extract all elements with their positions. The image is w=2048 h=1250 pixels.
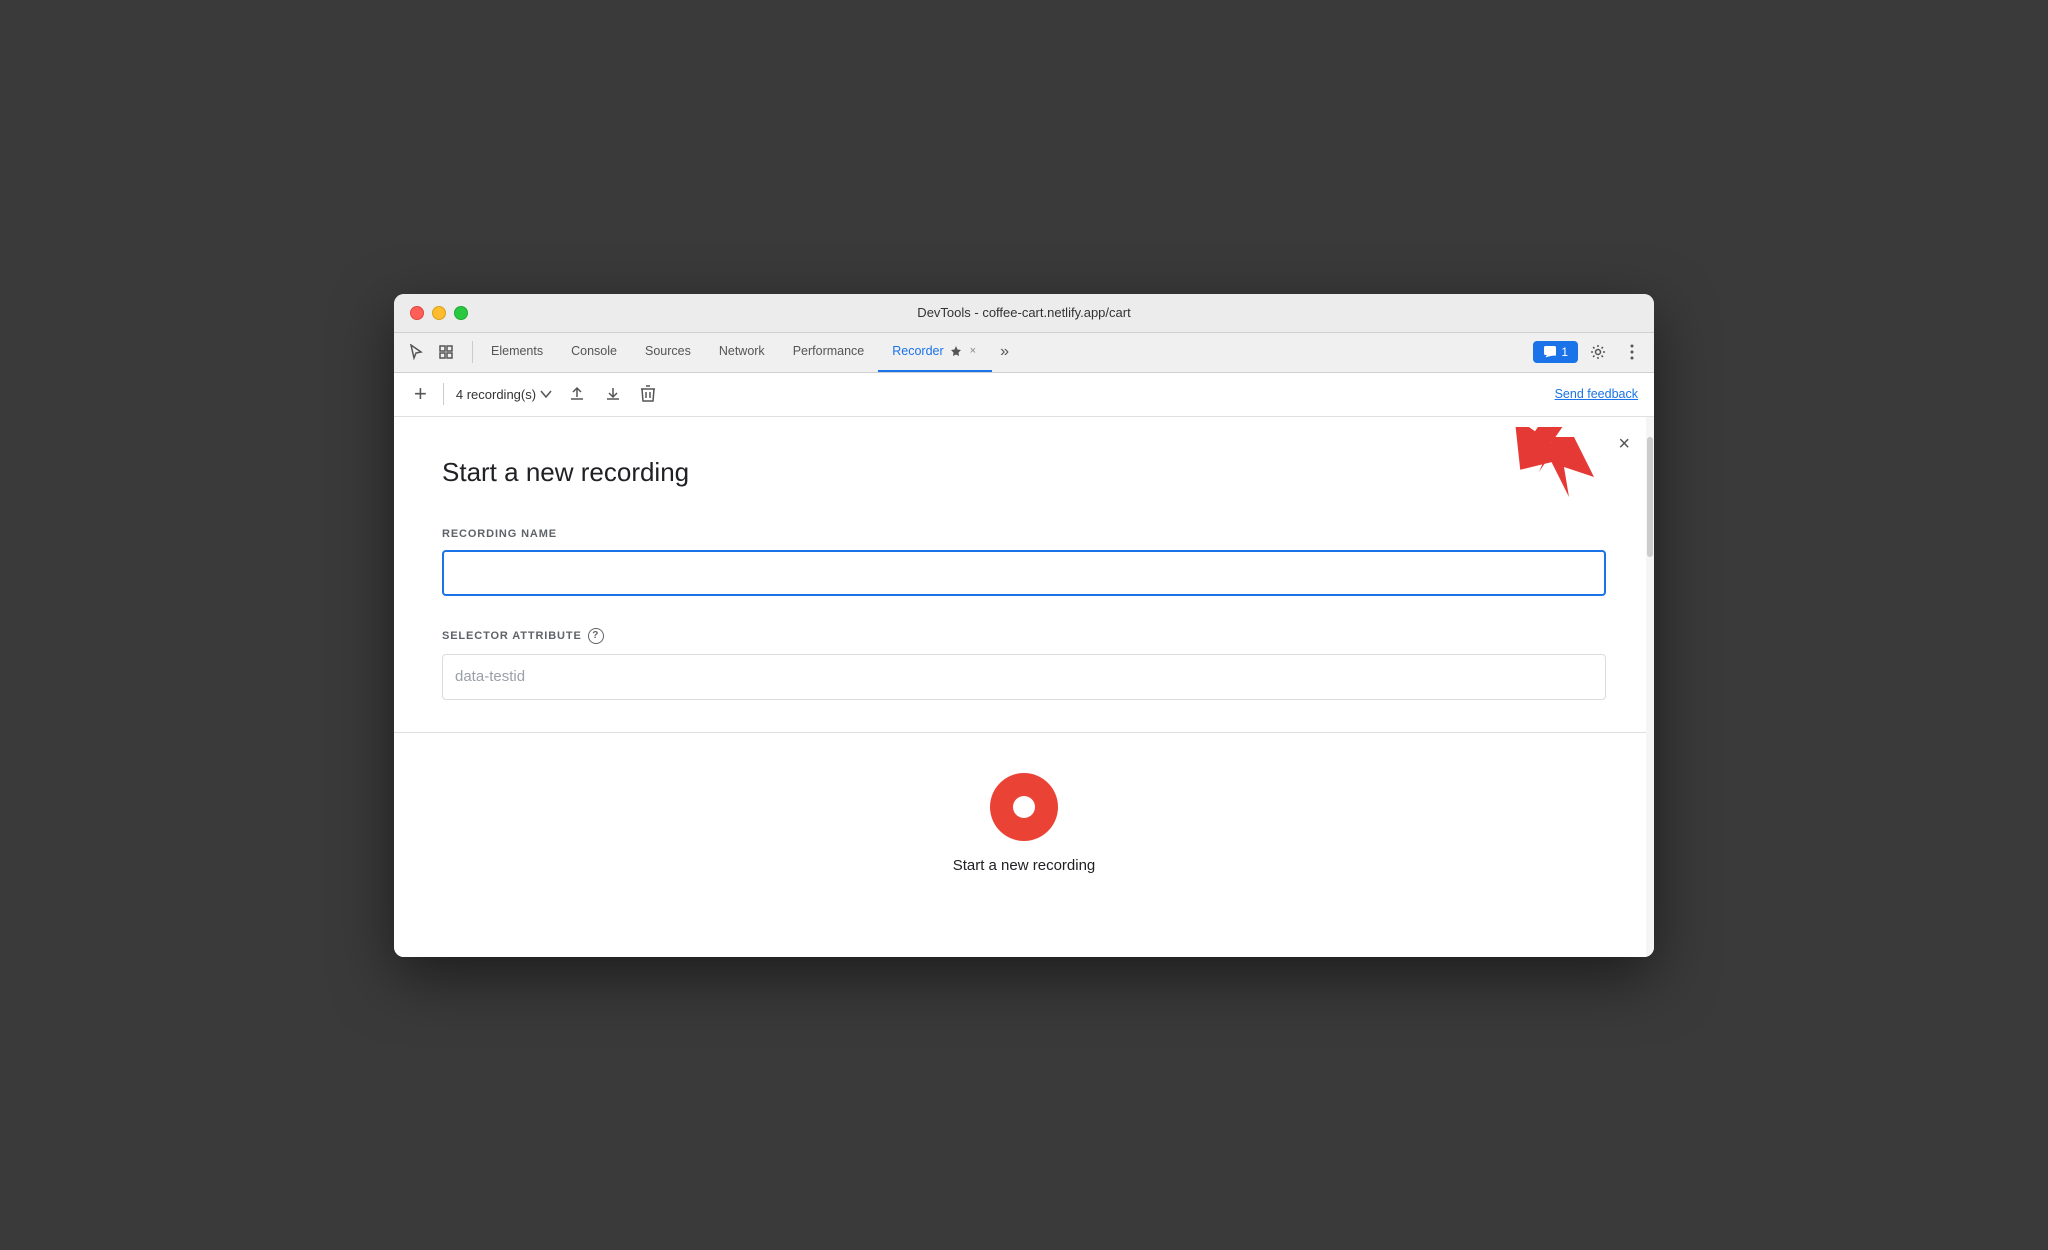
more-options-btn[interactable]: [1618, 338, 1646, 366]
download-icon: [604, 385, 622, 403]
tab-recorder[interactable]: Recorder ×: [878, 332, 992, 372]
scrollbar-thumb: [1647, 437, 1653, 557]
close-traffic-light[interactable]: [410, 306, 424, 320]
trash-icon: [640, 385, 656, 403]
add-recording-btn[interactable]: +: [410, 379, 431, 409]
recorder-toolbar: + 4 recording(s): [394, 373, 1654, 417]
help-icon[interactable]: ?: [588, 628, 604, 644]
window-title: DevTools - coffee-cart.netlify.app/cart: [917, 305, 1130, 320]
scrollbar-track[interactable]: [1646, 417, 1654, 957]
tab-sources[interactable]: Sources: [631, 332, 705, 372]
cursor-icon: [408, 344, 424, 360]
tab-network[interactable]: Network: [705, 332, 779, 372]
main-content-wrapper: × Start a new recording RECORDING NAME S…: [394, 417, 1654, 957]
more-vertical-icon: [1630, 344, 1634, 360]
devtools-window: DevTools - coffee-cart.netlify.app/cart: [394, 294, 1654, 957]
title-bar: DevTools - coffee-cart.netlify.app/cart: [394, 294, 1654, 333]
traffic-lights: [410, 306, 468, 320]
inspect-icon-btn[interactable]: [432, 338, 460, 366]
selector-attribute-section: SELECTOR ATTRIBUTE ?: [442, 628, 1606, 700]
more-tabs-btn[interactable]: »: [992, 332, 1017, 372]
close-panel-btn[interactable]: ×: [1618, 433, 1630, 456]
form-title: Start a new recording: [442, 457, 1606, 488]
recorder-tab-close[interactable]: ×: [968, 343, 978, 359]
recorder-actions: [564, 381, 660, 407]
recording-selector[interactable]: 4 recording(s): [456, 387, 552, 402]
selector-attribute-input[interactable]: [442, 654, 1606, 700]
toolbar-divider: [472, 341, 473, 363]
record-button-inner: [1013, 796, 1035, 818]
tab-console[interactable]: Console: [557, 332, 631, 372]
recording-name-section: RECORDING NAME: [442, 528, 1606, 596]
recording-name-label: RECORDING NAME: [442, 528, 1606, 540]
start-recording-btn[interactable]: [990, 773, 1058, 841]
maximize-traffic-light[interactable]: [454, 306, 468, 320]
chevron-down-icon: [540, 390, 552, 398]
import-btn[interactable]: [600, 381, 626, 407]
export-btn[interactable]: [564, 381, 590, 407]
send-feedback-link[interactable]: Send feedback: [1555, 387, 1638, 401]
recorder-toolbar-divider: [443, 383, 444, 405]
main-content: × Start a new recording RECORDING NAME S…: [394, 417, 1654, 957]
delete-btn[interactable]: [636, 381, 660, 407]
upload-icon: [568, 385, 586, 403]
gear-icon: [1590, 344, 1606, 360]
devtools-toolbar: Elements Console Sources Network Perform…: [394, 333, 1654, 373]
recording-name-input[interactable]: [442, 550, 1606, 596]
cursor-icon-btn[interactable]: [402, 338, 430, 366]
recorder-pin-icon: [950, 345, 962, 357]
chat-icon: [1543, 345, 1557, 359]
tabs-container: Elements Console Sources Network Perform…: [477, 332, 1017, 372]
arrow-svg: [1494, 427, 1594, 507]
start-recording-label: Start a new recording: [953, 857, 1096, 874]
tab-elements[interactable]: Elements: [477, 332, 557, 372]
minimize-traffic-light[interactable]: [432, 306, 446, 320]
tab-performance[interactable]: Performance: [779, 332, 879, 372]
selector-attribute-label: SELECTOR ATTRIBUTE ?: [442, 628, 1606, 644]
settings-btn[interactable]: [1584, 338, 1612, 366]
red-arrow-annotation: [1494, 427, 1594, 512]
toolbar-right: 1: [1533, 338, 1646, 366]
start-recording-section: Start a new recording: [442, 773, 1606, 874]
form-divider: [394, 732, 1654, 733]
chat-button[interactable]: 1: [1533, 341, 1578, 363]
toolbar-icons: [402, 338, 460, 366]
inspect-icon: [438, 344, 454, 360]
